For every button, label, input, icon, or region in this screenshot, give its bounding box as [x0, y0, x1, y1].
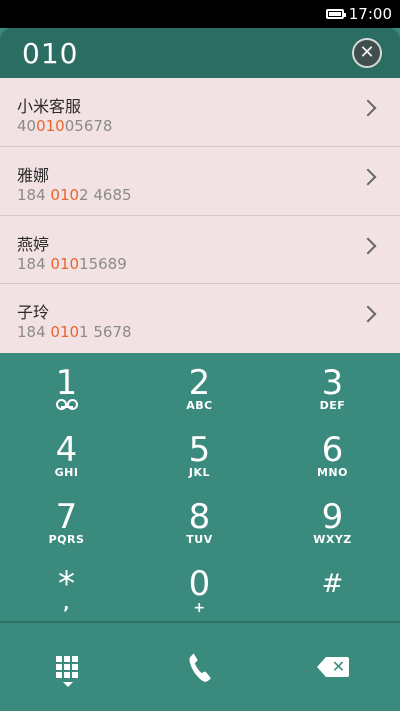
delete-button[interactable]: ✕	[266, 623, 399, 711]
dialed-number[interactable]: 010	[22, 37, 352, 70]
key-5[interactable]: 5 JKL	[133, 420, 266, 487]
voicemail-icon	[55, 399, 78, 410]
key-2[interactable]: 2 ABC	[133, 353, 266, 420]
list-item[interactable]: 小米客服 4001005678	[0, 78, 400, 147]
contact-number: 184 01015689	[17, 254, 127, 273]
key-9[interactable]: 9 WXYZ	[266, 487, 399, 554]
contact-number: 4001005678	[17, 117, 113, 135]
list-item[interactable]: 子玲 184 0101 5678	[0, 284, 400, 353]
key-8[interactable]: 8 TUV	[133, 487, 266, 554]
dialpad-toggle-icon	[55, 656, 78, 687]
call-icon	[188, 653, 211, 682]
key-3[interactable]: 3 DEF	[266, 353, 399, 420]
contact-name: 燕婷	[17, 234, 50, 254]
list-item[interactable]: 燕婷 184 01015689	[0, 216, 400, 285]
dialer-screen: 17:00 010 ✕ 小米客服 4001005678 雅娜 184 0102 …	[0, 0, 400, 711]
contact-name: 小米客服	[17, 97, 82, 116]
key-7[interactable]: 7 PQRS	[0, 487, 133, 554]
battery-icon	[325, 9, 346, 19]
status-time: 17:00	[348, 5, 392, 23]
contact-results-list: 小米客服 4001005678 雅娜 184 0102 4685 燕婷 184 …	[0, 78, 400, 353]
chevron-right-icon[interactable]	[359, 305, 377, 323]
list-item[interactable]: 雅娜 184 0102 4685	[0, 147, 400, 216]
chevron-right-icon[interactable]	[359, 168, 377, 186]
backspace-icon: ✕	[316, 657, 349, 677]
bottom-action-bar: ✕	[0, 623, 400, 711]
dialpad: 1 2 ABC 3 DEF 4 GHI 5 JKL 6 MNO 7 PQRS 8	[0, 353, 400, 621]
key-hash[interactable]: #	[266, 554, 399, 621]
dialpad-toggle-button[interactable]	[0, 623, 133, 711]
status-bar: 17:00	[0, 0, 400, 28]
key-0[interactable]: 0 +	[133, 554, 266, 621]
contact-name: 子玲	[17, 303, 50, 323]
key-1[interactable]: 1	[0, 353, 133, 420]
chevron-right-icon[interactable]	[359, 99, 377, 117]
key-4[interactable]: 4 GHI	[0, 420, 133, 487]
close-icon[interactable]: ✕	[352, 38, 382, 68]
chevron-right-icon[interactable]	[359, 237, 377, 254]
key-star[interactable]: * ,	[0, 554, 133, 621]
call-button[interactable]	[133, 623, 266, 711]
dial-input-bar[interactable]: 010 ✕	[0, 28, 400, 78]
contact-name: 雅娜	[17, 165, 50, 185]
contact-number: 184 0101 5678	[17, 323, 132, 342]
key-6[interactable]: 6 MNO	[266, 420, 399, 487]
contact-number: 184 0102 4685	[17, 185, 132, 204]
